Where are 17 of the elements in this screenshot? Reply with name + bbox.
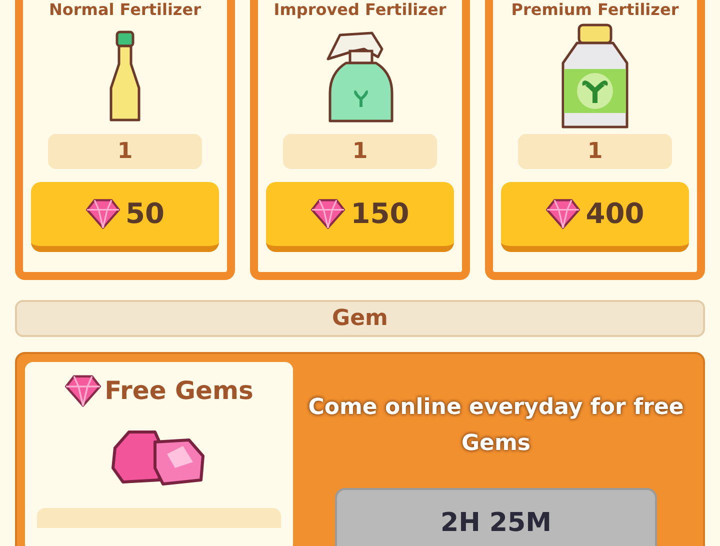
price-button[interactable]: 50: [31, 182, 219, 252]
item-title: Normal Fertilizer: [49, 0, 201, 20]
gem-icon: [86, 198, 120, 230]
quantity-label: 1: [283, 134, 437, 169]
gem-icon: [310, 198, 345, 230]
message-text: Come online everyday for free Gems: [307, 394, 685, 458]
price-button[interactable]: 400: [501, 182, 689, 252]
quantity-label: 1: [48, 134, 202, 169]
timer-button[interactable]: 2H 25M: [335, 488, 657, 546]
quantity-label: 1: [518, 134, 672, 169]
gem-icon: [64, 374, 101, 408]
gem-icon: [546, 198, 580, 230]
item-title: Premium Fertilizer: [511, 0, 679, 20]
card-title: Free Gems: [104, 375, 254, 407]
price-button[interactable]: 150: [266, 182, 454, 252]
item-title: Improved Fertilizer: [274, 0, 446, 20]
section-header: Gem: [15, 300, 705, 337]
